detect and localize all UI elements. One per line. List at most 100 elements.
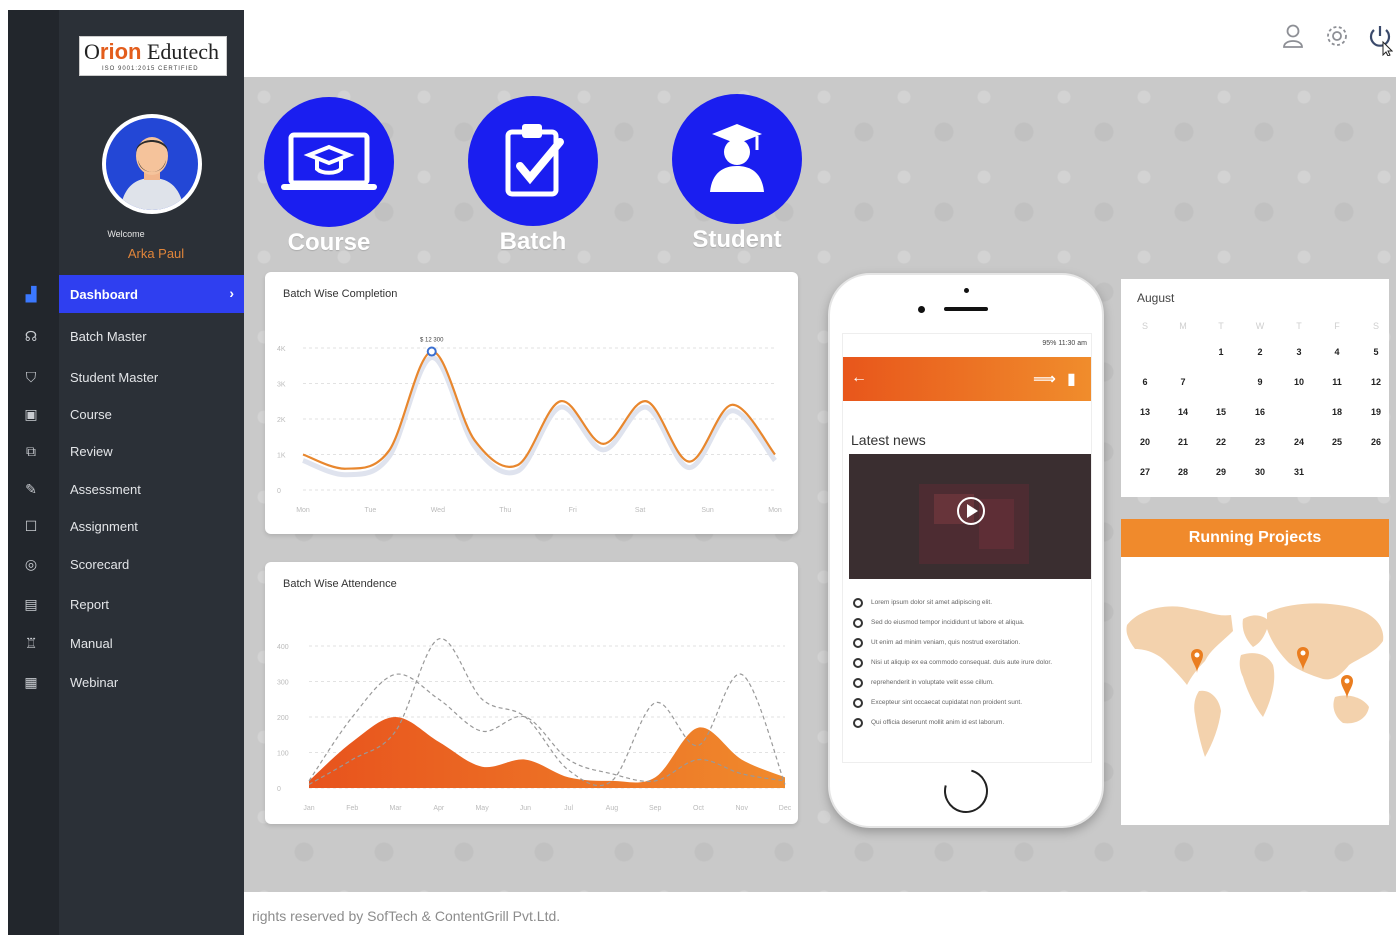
- calendar-day[interactable]: 6: [1130, 371, 1160, 393]
- sidebar-item-dashboard[interactable]: ▟ Dashboard ›: [8, 275, 244, 313]
- peak-point: [426, 346, 437, 357]
- calendar-day[interactable]: 1: [1206, 341, 1236, 363]
- running-projects-card: Running Projects: [1121, 519, 1389, 825]
- y-tick-label: 400: [277, 644, 289, 651]
- calendar-day-highlighted[interactable]: 8: [1206, 370, 1236, 394]
- x-tick-label: Sat: [635, 507, 646, 514]
- line-shadow: [302, 355, 777, 478]
- calendar-day[interactable]: 5: [1361, 341, 1391, 363]
- calendar-day[interactable]: 14: [1168, 401, 1198, 423]
- calendar-day[interactable]: 20: [1130, 431, 1160, 453]
- calendar-day[interactable]: 24: [1284, 431, 1314, 453]
- projects-title: Running Projects: [1188, 529, 1322, 546]
- news-item[interactable]: Sed do eiusmod tempor incididunt ut labo…: [851, 618, 1089, 628]
- x-tick-label: Mar: [390, 805, 403, 812]
- calendar-day[interactable]: 25: [1322, 431, 1352, 453]
- x-tick-label: Nov: [736, 805, 749, 812]
- calendar-day[interactable]: 10: [1284, 371, 1314, 393]
- calendar-day[interactable]: 30: [1245, 461, 1275, 483]
- news-item-text: Sed do eiusmod tempor incididunt ut labo…: [871, 619, 1025, 626]
- user-icon[interactable]: [1282, 24, 1304, 54]
- chevron-right-icon: ›: [229, 285, 234, 301]
- calendar-day-highlighted[interactable]: 17: [1284, 400, 1314, 424]
- series-area: [309, 717, 785, 788]
- x-tick-label: Oct: [693, 805, 704, 812]
- calendar-day[interactable]: 11: [1322, 371, 1352, 393]
- sidebar-item-assignment[interactable]: ☐ Assignment: [8, 507, 244, 545]
- calendar-weekday: F: [1334, 321, 1340, 331]
- phone-speaker: [944, 307, 988, 311]
- sidebar-item-manual[interactable]: ♖ Manual: [8, 624, 244, 662]
- calendar-weekday: M: [1179, 321, 1187, 331]
- status-bar: 95% 11:30 am: [1042, 340, 1087, 347]
- calendar-day[interactable]: 7: [1168, 371, 1198, 393]
- student-tile[interactable]: Student: [667, 94, 807, 254]
- y-tick-label: 0: [277, 786, 281, 793]
- calendar-day[interactable]: 21: [1168, 431, 1198, 453]
- news-item[interactable]: Lorem ipsum dolor sit amet adipiscing el…: [851, 598, 1089, 608]
- y-tick-label: 3K: [277, 382, 286, 389]
- news-item[interactable]: Ut enim ad minim veniam, quis nostrud ex…: [851, 638, 1089, 648]
- sidebar-item-label: Student Master: [70, 370, 159, 385]
- sidebar-item-label: Scorecard: [70, 557, 130, 572]
- calendar-day[interactable]: 28: [1168, 461, 1198, 483]
- calendar-day[interactable]: 27: [1130, 461, 1160, 483]
- calendar-day[interactable]: 18: [1322, 401, 1352, 423]
- y-tick-label: 100: [277, 751, 289, 758]
- news-title: Latest news: [851, 432, 926, 448]
- sidebar-item-course[interactable]: ▣ Course: [8, 395, 244, 433]
- news-item[interactable]: Qui officia deserunt mollit anim id est …: [851, 718, 1089, 728]
- x-tick-label: Wed: [431, 507, 445, 514]
- calendar-weekday: W: [1255, 321, 1265, 331]
- sidebar-item-batch-master[interactable]: ☊ Batch Master: [8, 317, 244, 355]
- calendar-day[interactable]: 13: [1130, 401, 1160, 423]
- calendar-month: August: [1137, 291, 1175, 305]
- bookmark-icon[interactable]: ▮: [1067, 369, 1076, 389]
- batch-tile-label: Batch: [499, 228, 567, 255]
- news-item-text: Excepteur sint occaecat cupidatat non pr…: [871, 699, 1023, 706]
- calendar-day[interactable]: 23: [1245, 431, 1275, 453]
- gear-icon[interactable]: [1325, 24, 1349, 54]
- logo[interactable]: Orion Edutech ISO 9001:2015 CERTIFIED: [79, 36, 227, 76]
- news-item-text: Lorem ipsum dolor sit amet adipiscing el…: [871, 599, 993, 606]
- course-tile[interactable]: Course: [259, 97, 399, 257]
- news-video-thumbnail[interactable]: [849, 454, 1091, 579]
- share-icon[interactable]: ⟹: [1033, 369, 1056, 389]
- calendar-day[interactable]: 3: [1284, 341, 1314, 363]
- avatar[interactable]: [102, 114, 202, 214]
- calendar-day[interactable]: 19: [1361, 401, 1391, 423]
- news-item[interactable]: Excepteur sint occaecat cupidatat non pr…: [851, 698, 1089, 708]
- news-list: Lorem ipsum dolor sit amet adipiscing el…: [851, 598, 1089, 738]
- y-tick-label: 300: [277, 680, 289, 687]
- x-tick-label: Mon: [768, 507, 782, 514]
- calendar-day[interactable]: 22: [1206, 431, 1236, 453]
- news-item[interactable]: reprehenderit in voluptate velit esse ci…: [851, 678, 1089, 688]
- app-bar: ← ⟹ ▮: [843, 357, 1091, 401]
- calendar-day[interactable]: 26: [1361, 431, 1391, 453]
- calendar-day[interactable]: 31: [1284, 461, 1314, 483]
- sidebar-item-label: Webinar: [70, 675, 119, 690]
- circle-bullet-icon: [853, 598, 863, 608]
- calendar-day[interactable]: 12: [1361, 371, 1391, 393]
- sidebar-item-assessment[interactable]: ✎ Assessment: [8, 470, 244, 508]
- back-arrow-icon[interactable]: ←: [851, 369, 867, 387]
- x-tick-label: Thu: [499, 507, 511, 514]
- batch-tile[interactable]: Batch: [463, 96, 603, 256]
- phone-home-button[interactable]: [935, 760, 997, 822]
- sidebar-item-review[interactable]: ⧉ Review: [8, 432, 244, 470]
- news-item[interactable]: Nisi ut aliquip ex ea commodo consequat.…: [851, 658, 1089, 668]
- calendar-day[interactable]: 29: [1206, 461, 1236, 483]
- power-icon[interactable]: [1367, 24, 1394, 62]
- calendar-day[interactable]: 2: [1245, 341, 1275, 363]
- calendar-day[interactable]: 16: [1245, 401, 1275, 423]
- x-tick-label: May: [475, 805, 489, 812]
- sidebar-item-report[interactable]: ▤ Report: [8, 585, 244, 623]
- calendar-day[interactable]: 4: [1322, 341, 1352, 363]
- y-tick-label: 0: [277, 488, 281, 495]
- calendar-day[interactable]: 9: [1245, 371, 1275, 393]
- sidebar-item-student-master[interactable]: ⛉ Student Master: [8, 358, 244, 396]
- sidebar-item-scorecard[interactable]: ◎ Scorecard: [8, 545, 244, 583]
- sidebar-item-webinar[interactable]: ▦ Webinar: [8, 663, 244, 701]
- calendar-weekday: S: [1141, 321, 1148, 331]
- calendar-day[interactable]: 15: [1206, 401, 1236, 423]
